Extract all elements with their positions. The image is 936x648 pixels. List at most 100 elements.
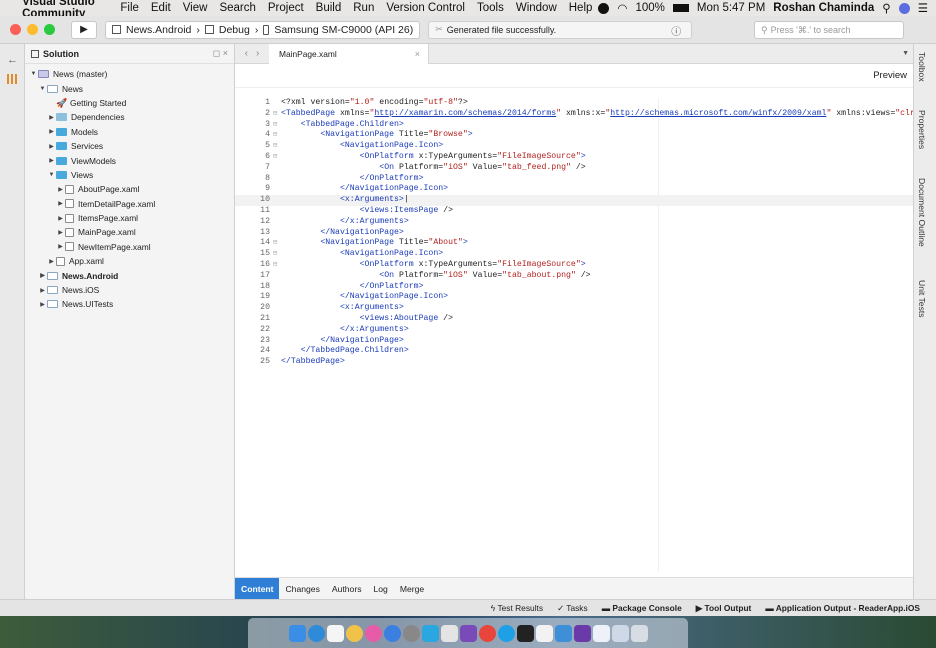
collapsed-arrow-icon[interactable]: ▶ — [47, 128, 56, 135]
close-window-button[interactable] — [10, 24, 21, 35]
spotlight-icon[interactable]: ⚲ — [882, 1, 890, 15]
xcode-icon[interactable] — [554, 624, 572, 642]
fold-marker-icon[interactable]: ⊟ — [273, 120, 281, 131]
zoom-window-button[interactable] — [44, 24, 55, 35]
tool-output-button[interactable]: ▶ Tool Output — [696, 603, 752, 613]
downloads-icon[interactable] — [611, 624, 629, 642]
fold-marker-icon[interactable] — [273, 314, 281, 325]
tree-item[interactable]: ▶ Dependencies — [25, 110, 234, 124]
collapsed-arrow-icon[interactable]: ▶ — [38, 301, 47, 308]
fold-marker-icon[interactable]: ⊟ — [273, 249, 281, 260]
fold-marker-icon[interactable] — [273, 184, 281, 195]
menu-run[interactable]: Run — [347, 2, 380, 14]
notes-icon[interactable] — [326, 624, 344, 642]
system-preferences-icon[interactable] — [402, 624, 420, 642]
menu-search[interactable]: Search — [213, 2, 261, 14]
menu-edit[interactable]: Edit — [145, 2, 177, 14]
code-line[interactable]: 21 <views:AboutPage /> — [235, 314, 913, 325]
tree-item[interactable]: ▶ NewItemPage.xaml — [25, 240, 234, 254]
fold-marker-icon[interactable] — [273, 303, 281, 314]
package-console-button[interactable]: ▬ Package Console — [602, 603, 682, 613]
app-store-icon[interactable] — [383, 624, 401, 642]
fold-marker-icon[interactable] — [273, 174, 281, 185]
collapsed-arrow-icon[interactable]: ▶ — [47, 258, 56, 265]
fold-marker-icon[interactable] — [273, 336, 281, 347]
code-line[interactable]: 1 <?xml version= "1.0" encoding= "utf-8" ?> — [235, 98, 913, 109]
properties-tab[interactable]: Properties — [917, 110, 927, 149]
device-selector[interactable]: Samsung SM-C9000 (API 26) — [274, 24, 413, 36]
menu-tools[interactable]: Tools — [471, 2, 510, 14]
trash-icon[interactable] — [630, 624, 648, 642]
code-line[interactable]: 19 </NavigationPage.Icon> — [235, 292, 913, 303]
pad-controls[interactable]: ◻ × — [213, 48, 228, 59]
run-button[interactable]: ▶ — [71, 20, 97, 39]
fold-marker-icon[interactable] — [273, 195, 281, 206]
collapsed-arrow-icon[interactable]: ▶ — [56, 243, 65, 250]
fold-marker-icon[interactable] — [273, 346, 281, 357]
tree-item[interactable]: ▼ Views — [25, 168, 234, 182]
back-arrow-icon[interactable]: ← — [7, 54, 18, 66]
code-line[interactable]: 3 ⊟ <TabbedPage.Children> — [235, 120, 913, 131]
tab-mainpage-xaml[interactable]: MainPage.xaml × — [269, 43, 429, 64]
siri-icon[interactable] — [898, 2, 910, 14]
tab-merge[interactable]: Merge — [394, 578, 430, 600]
code-line[interactable]: 13 </NavigationPage> — [235, 228, 913, 239]
tab-authors[interactable]: Authors — [326, 578, 368, 600]
tab-back-icon[interactable]: ‹ — [245, 48, 248, 59]
wifi-icon[interactable]: ◠ — [617, 1, 627, 15]
collapsed-arrow-icon[interactable]: ▶ — [56, 186, 65, 193]
code-line[interactable]: 16 ⊟ <OnPlatform x:TypeArguments= "FileIma… — [235, 260, 913, 271]
code-line[interactable]: 12 </x:Arguments> — [235, 217, 913, 228]
menu-view[interactable]: View — [177, 2, 214, 14]
collapsed-arrow-icon[interactable]: ▶ — [38, 287, 47, 294]
itunes-icon[interactable] — [364, 624, 382, 642]
fold-marker-icon[interactable] — [273, 282, 281, 293]
code-line[interactable]: 10 <x:Arguments> | — [235, 195, 913, 206]
tree-item[interactable]: ▶ ViewModels — [25, 153, 234, 167]
preview-button[interactable]: Preview — [873, 70, 907, 81]
tab-log[interactable]: Log — [368, 578, 394, 600]
fold-marker-icon[interactable] — [273, 206, 281, 217]
fold-marker-icon[interactable]: ⊟ — [273, 260, 281, 271]
collapsed-arrow-icon[interactable]: ▶ — [47, 143, 56, 150]
menu-window[interactable]: Window — [510, 2, 563, 14]
tree-item[interactable]: ▶ News.Android — [25, 268, 234, 282]
global-search-input[interactable]: ⚲ Press '⌘.' to search — [754, 21, 904, 39]
code-line[interactable]: 6 ⊟ <OnPlatform x:TypeArguments= "FileImag… — [235, 152, 913, 163]
tree-item[interactable]: ▶ ItemDetailPage.xaml — [25, 197, 234, 211]
safari-icon[interactable] — [307, 624, 325, 642]
code-line[interactable]: 7 <On Platform= "iOS" Value= "tab_feed.png… — [235, 163, 913, 174]
collapsed-arrow-icon[interactable]: ▶ — [56, 215, 65, 222]
unit-tests-tab[interactable]: Unit Tests — [917, 280, 927, 318]
tab-changes[interactable]: Changes — [279, 578, 325, 600]
minimize-window-button[interactable] — [27, 24, 38, 35]
code-line[interactable]: 9 </NavigationPage.Icon> — [235, 184, 913, 195]
photos-icon[interactable] — [345, 624, 363, 642]
collapsed-arrow-icon[interactable]: ▶ — [47, 157, 56, 164]
document-icon[interactable] — [592, 624, 610, 642]
tree-item[interactable]: ▶ Models — [25, 125, 234, 139]
fold-marker-icon[interactable]: ⊟ — [273, 141, 281, 152]
info-icon[interactable]: ⓘ — [671, 23, 681, 38]
collapsed-arrow-icon[interactable]: ▶ — [38, 272, 47, 279]
visual-studio-icon-2[interactable] — [573, 624, 591, 642]
android-studio-icon[interactable] — [440, 624, 458, 642]
fold-marker-icon[interactable]: ⊟ — [273, 152, 281, 163]
fold-marker-icon[interactable] — [273, 163, 281, 174]
tab-forward-icon[interactable]: › — [256, 48, 259, 59]
fold-marker-icon[interactable] — [273, 325, 281, 336]
code-line[interactable]: 18 </OnPlatform> — [235, 282, 913, 293]
expanded-arrow-icon[interactable]: ▼ — [47, 172, 56, 178]
clock[interactable]: Mon 5:47 PM — [697, 2, 765, 14]
code-line[interactable]: 25 </TabbedPage> — [235, 357, 913, 368]
tree-item[interactable]: ▶ App.xaml — [25, 254, 234, 268]
fold-marker-icon[interactable] — [273, 271, 281, 282]
fold-marker-icon[interactable] — [273, 98, 281, 109]
application-output-button[interactable]: ▬ Application Output - ReaderApp.iOS — [765, 603, 920, 613]
fold-marker-icon[interactable] — [273, 292, 281, 303]
tree-item[interactable]: ▼ News — [25, 81, 234, 95]
code-line[interactable]: 22 </x:Arguments> — [235, 325, 913, 336]
project-selector[interactable]: News.Android — [126, 24, 191, 36]
tree-item[interactable]: ▶ Services — [25, 139, 234, 153]
code-area[interactable]: 1 <?xml version= "1.0" encoding= "utf-8" ?> 2… — [235, 98, 913, 368]
